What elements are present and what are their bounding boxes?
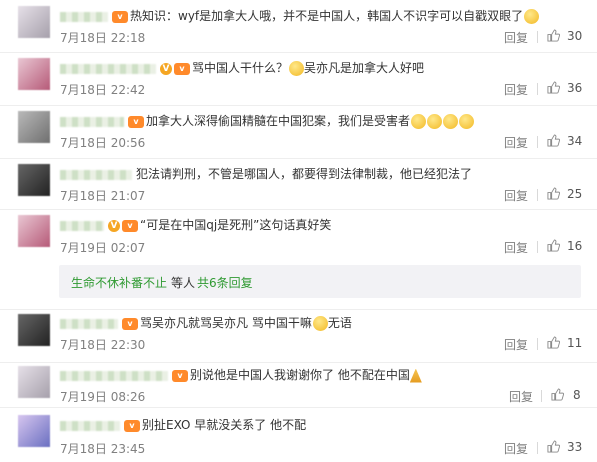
comment-time: 7月18日 21:07	[60, 189, 146, 203]
like-count: 8	[573, 388, 581, 402]
comment-item: v 加拿大人深得偷国精髓在中国犯案，我们是受害者 7月18日 20:56 回复 3…	[0, 105, 597, 159]
comment-time: 7月19日 08:26	[60, 390, 146, 404]
comment-text: 别扯EXO 早就没关系了 他不配	[142, 418, 307, 432]
username[interactable]	[60, 63, 156, 74]
username[interactable]	[60, 420, 120, 431]
comment-text: 骂中国人干什么？	[192, 61, 289, 75]
comment-time: 7月18日 22:18	[60, 31, 146, 45]
username[interactable]	[60, 318, 118, 329]
avatar[interactable]	[18, 111, 50, 143]
comment-item: v 骂吴亦凡就骂吴亦凡 骂中国干嘛 无语 7月18日 22:30 回复 11	[0, 309, 597, 363]
thumbs-up-icon[interactable]	[551, 388, 564, 401]
comment-text: 加拿大人深得偷国精髓在中国犯案，我们是受害者	[146, 114, 411, 128]
comment-text-continued: 无语	[327, 316, 352, 330]
avatar[interactable]	[18, 366, 50, 398]
comment-text-continued: 吴亦凡是加拿大人好吧	[304, 61, 425, 75]
vip-badge-icon: v	[112, 10, 128, 23]
comment-time: 7月18日 22:30	[60, 338, 146, 352]
vip-badge-icon: v	[172, 369, 188, 382]
reply-button[interactable]: 回复	[509, 388, 533, 405]
divider	[537, 31, 538, 43]
like-count: 11	[567, 336, 583, 350]
vip-badge-icon: v	[122, 317, 138, 330]
username[interactable]	[60, 11, 108, 22]
reply-button[interactable]: 回复	[504, 239, 528, 256]
like-count: 36	[567, 81, 583, 95]
reply-button[interactable]: 回复	[504, 29, 528, 46]
verified-v-icon: V	[108, 219, 120, 232]
comment-text: 犯法请判刑，不管是哪国人，都要得到法律制裁，他已经犯法了	[136, 167, 473, 181]
smug-emoji-icon	[289, 61, 305, 76]
divider	[541, 390, 542, 402]
verified-v-icon: V	[160, 62, 172, 75]
thumbs-up-icon[interactable]	[547, 440, 560, 453]
thumbs-up-icon[interactable]	[547, 239, 560, 252]
comment-time: 7月18日 23:45	[60, 442, 146, 456]
vip-badge-icon: v	[122, 219, 138, 232]
username[interactable]	[60, 116, 124, 127]
thumbs-up-icon[interactable]	[547, 336, 560, 349]
divider	[537, 136, 538, 148]
username[interactable]	[60, 370, 168, 381]
like-count: 25	[567, 187, 583, 201]
smile-emoji-icon	[459, 114, 475, 129]
reply-button[interactable]: 回复	[504, 187, 528, 204]
comment-time: 7月19日 02:07	[60, 241, 146, 255]
thumbs-up-icon[interactable]	[547, 81, 560, 94]
thumbs-up-icon[interactable]	[547, 29, 560, 42]
like-count: 16	[567, 239, 583, 253]
comment-time: 7月18日 20:56	[60, 136, 146, 150]
vip-badge-icon: v	[124, 419, 140, 432]
divider	[537, 83, 538, 95]
vip-badge-icon: v	[128, 115, 144, 128]
avatar[interactable]	[18, 415, 50, 447]
smile-emoji-icon	[524, 9, 540, 24]
sub-reply-box: 生命不休补番不止 等人 共6条回复	[59, 265, 581, 298]
reply-button[interactable]: 回复	[504, 134, 528, 151]
reply-button[interactable]: 回复	[504, 336, 528, 353]
smile-emoji-icon	[427, 114, 443, 129]
comment-text: “可是在中国qj是死刑”这句话真好笑	[140, 218, 332, 232]
vip-badge-icon: v	[174, 62, 190, 75]
view-all-replies-link[interactable]: 共6条回复	[197, 274, 253, 291]
username[interactable]	[60, 169, 132, 180]
comment-text: 骂吴亦凡就骂吴亦凡 骂中国干嘛	[140, 316, 312, 330]
divider	[537, 189, 538, 201]
like-count: 34	[567, 134, 583, 148]
sub-reply-others: 等人	[171, 276, 196, 290]
comment-list: v 热知识：wyf是加拿大人哦，并不是中国人，韩国人不识字可以自戳双眼了 7月18…	[0, 0, 597, 462]
avatar[interactable]	[18, 314, 50, 346]
thumbs-up-icon[interactable]	[547, 134, 560, 147]
comment-text: 别说他是中国人我谢谢你了 他不配在中国	[190, 368, 410, 382]
avatar[interactable]	[18, 164, 50, 196]
comment-item: v 热知识：wyf是加拿大人哦，并不是中国人，韩国人不识字可以自戳双眼了 7月18…	[0, 0, 597, 53]
comment-item: v 别扯EXO 早就没关系了 他不配 7月18日 23:45 回复 33	[0, 407, 597, 462]
divider	[537, 241, 538, 253]
like-count: 30	[567, 29, 583, 43]
smile-emoji-icon	[411, 114, 427, 129]
avatar[interactable]	[18, 6, 50, 38]
comment-text: 热知识：wyf是加拿大人哦，并不是中国人，韩国人不识字可以自戳双眼了	[130, 9, 524, 23]
comment-item: 犯法请判刑，不管是哪国人，都要得到法律制裁，他已经犯法了 7月18日 21:07…	[0, 158, 597, 210]
like-count: 33	[567, 440, 583, 454]
comment-time: 7月18日 22:42	[60, 83, 146, 97]
divider	[537, 442, 538, 454]
sub-reply-user[interactable]: 生命不休补番不止	[71, 274, 167, 291]
reply-button[interactable]: 回复	[504, 81, 528, 98]
comment-item: v 别说他是中国人我谢谢你了 他不配在中国 7月19日 08:26 回复 8	[0, 362, 597, 408]
divider	[537, 338, 538, 350]
pray-emoji-icon	[409, 368, 422, 383]
username[interactable]	[60, 220, 104, 231]
thinking-emoji-icon	[312, 316, 328, 331]
comment-item: Vv 骂中国人干什么？ 吴亦凡是加拿大人好吧 7月18日 22:42 回复 36	[0, 52, 597, 106]
smile-emoji-icon	[443, 114, 459, 129]
avatar[interactable]	[18, 215, 50, 247]
avatar[interactable]	[18, 58, 50, 90]
reply-button[interactable]: 回复	[504, 440, 528, 457]
thumbs-up-icon[interactable]	[547, 187, 560, 200]
